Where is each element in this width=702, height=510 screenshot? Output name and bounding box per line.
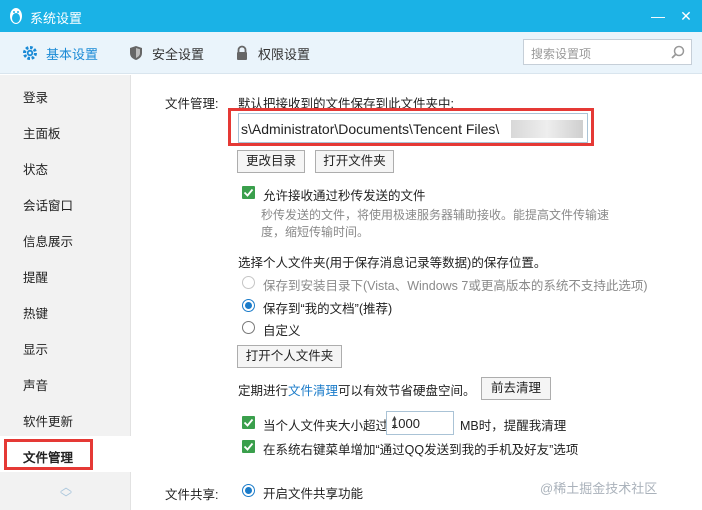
tab-permission-settings[interactable]: 权限设置 [234, 44, 310, 62]
clean-desc: 定期进行文件清理可以有效节省硬盘空间。 [238, 380, 476, 399]
sidebar-item-chat-window[interactable]: 会话窗口 [23, 195, 73, 214]
highlight-box [228, 108, 594, 146]
sidebar-item-sound[interactable]: 声音 [23, 375, 48, 394]
clean-suffix: 可以有效节省硬盘空间。 [338, 384, 476, 398]
context-menu-checkbox[interactable] [242, 440, 255, 453]
checkmark-icon [243, 442, 254, 451]
penguin-icon [10, 8, 22, 24]
radio-custom-label: 自定义 [263, 324, 301, 338]
go-clean-button[interactable]: 前去清理 [481, 377, 551, 400]
enable-share-label: 开启文件共享功能 [263, 487, 364, 501]
sidebar-item-main-panel[interactable]: 主面板 [23, 123, 61, 142]
context-menu-label: 在系统右键菜单增加“通过QQ发送到我的手机及好友”选项 [263, 443, 579, 457]
radio-install-dir-label: 保存到安装目录下(Vista、Windows 7或更高版本的系统不支持此选项) [263, 279, 648, 293]
minimize-button[interactable]: — [648, 6, 668, 26]
radio-my-documents-label: 保存到“我的文档”(推荐) [263, 302, 393, 316]
stepper-down-icon[interactable]: ▼ [391, 424, 451, 431]
radio-custom[interactable] [242, 321, 255, 334]
shield-icon [130, 46, 142, 60]
tab-label: 安全设置 [152, 46, 205, 62]
file-management-label: 文件管理: [165, 97, 219, 111]
allow-instant-transfer-desc: 秒传发送的文件，将使用极速服务器辅助接收。能提高文件传输速 [261, 208, 610, 222]
watermark: @稀土掘金技术社区 [540, 481, 658, 496]
radio-enable-share[interactable] [242, 484, 255, 497]
lock-icon [237, 45, 247, 60]
title-bar: 系统设置 — ✕ [0, 0, 702, 32]
tab-basic-settings[interactable]: 基本设置 [22, 44, 98, 62]
search-input[interactable]: 搜索设置项 [523, 39, 692, 65]
tab-label: 权限设置 [258, 46, 311, 62]
close-button[interactable]: ✕ [676, 6, 696, 26]
size-reminder-label: 当个人文件夹大小超过 [263, 419, 389, 433]
search-icon [671, 45, 685, 59]
checkmark-icon [243, 188, 254, 197]
size-limit-stepper[interactable]: 1000 ▲ ▼ [386, 411, 454, 435]
sidebar-item-display[interactable]: 显示 [23, 339, 48, 358]
highlight-box [4, 439, 93, 470]
file-share-label: 文件共享: [165, 488, 219, 502]
size-reminder-checkbox[interactable] [242, 416, 255, 429]
sidebar-item-status[interactable]: 状态 [23, 159, 48, 178]
open-personal-folder-button[interactable]: 打开个人文件夹 [237, 345, 342, 368]
allow-instant-transfer-checkbox[interactable] [242, 186, 255, 199]
clean-prefix: 定期进行 [238, 384, 289, 398]
tab-security-settings[interactable]: 安全设置 [128, 44, 204, 62]
stepper-up-icon[interactable]: ▲ [391, 415, 451, 422]
radio-my-documents[interactable] [242, 299, 255, 312]
open-folder-button[interactable]: 打开文件夹 [315, 150, 394, 173]
window-title: 系统设置 [30, 11, 83, 26]
sidebar-item-login[interactable]: 登录 [23, 87, 48, 106]
sidebar-item-info-display[interactable]: 信息展示 [23, 231, 73, 250]
sidebar-item-software-update[interactable]: 软件更新 [23, 411, 73, 430]
personal-folder-desc: 选择个人文件夹(用于保存消息记录等数据)的保存位置。 [238, 256, 547, 270]
radio-install-dir[interactable] [242, 276, 255, 289]
tab-label: 基本设置 [46, 46, 99, 62]
sidebar-item-reminder[interactable]: 提醒 [23, 267, 48, 286]
size-reminder-suffix: MB时，提醒我清理 [460, 419, 567, 433]
sidebar-item-hotkey[interactable]: 热键 [23, 303, 48, 322]
scroll-down-icon[interactable]: ﹀ [60, 489, 72, 506]
file-clean-link[interactable]: 文件清理 [288, 384, 338, 398]
checkmark-icon [243, 418, 254, 427]
change-dir-button[interactable]: 更改目录 [237, 150, 305, 173]
gear-icon [23, 46, 37, 60]
allow-instant-transfer-desc: 度，缩短传输时间。 [261, 225, 370, 239]
search-placeholder: 搜索设置项 [531, 47, 592, 61]
allow-instant-transfer-label: 允许接收通过秒传发送的文件 [263, 189, 426, 203]
